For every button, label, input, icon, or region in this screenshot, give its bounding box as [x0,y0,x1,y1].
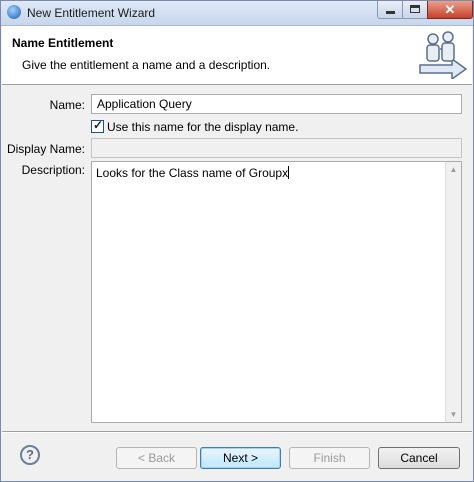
wizard-header: Name Entitlement Give the entitlement a … [2,26,472,85]
help-button[interactable]: ? [20,445,40,465]
description-text: Looks for the Class name of Groupx [96,166,290,180]
minimize-button[interactable] [377,1,403,19]
close-icon: ✕ [444,2,456,17]
name-input[interactable]: Application Query [91,94,462,114]
scroll-down-arrow-icon[interactable]: ▼ [446,407,461,422]
title-bar[interactable]: New Entitlement Wizard ✕ [1,1,473,26]
back-button[interactable]: < Back [116,447,197,469]
finish-button[interactable]: Finish [289,447,370,469]
next-button[interactable]: Next > [200,447,281,469]
maximize-icon [410,5,420,13]
use-name-checkbox[interactable]: ✓ [91,118,104,133]
window-title: New Entitlement Wizard [27,6,156,20]
description-textarea[interactable]: Looks for the Class name of Groupx ▲ ▼ [91,161,462,423]
footer-divider [2,431,472,433]
description-label: Description: [21,163,85,177]
display-name-label: Display Name: [6,142,85,156]
cancel-button[interactable]: Cancel [378,447,460,469]
text-caret [288,166,290,179]
minimize-icon [386,11,395,14]
app-icon [7,5,21,19]
close-button[interactable]: ✕ [427,1,473,19]
scroll-up-arrow-icon[interactable]: ▲ [446,162,461,177]
page-description: Give the entitlement a name and a descri… [22,58,271,72]
description-scrollbar[interactable]: ▲ ▼ [445,162,461,422]
display-name-input[interactable] [91,138,462,158]
maximize-button[interactable] [402,1,428,19]
page-title: Name Entitlement [12,36,114,50]
wizard-window: New Entitlement Wizard ✕ Name Entitlemen… [0,0,474,482]
wizard-people-icon [419,31,468,79]
use-name-checkbox-label[interactable]: Use this name for the display name. [107,120,298,134]
name-label: Name: [49,98,85,112]
checkmark-icon: ✓ [93,118,104,132]
